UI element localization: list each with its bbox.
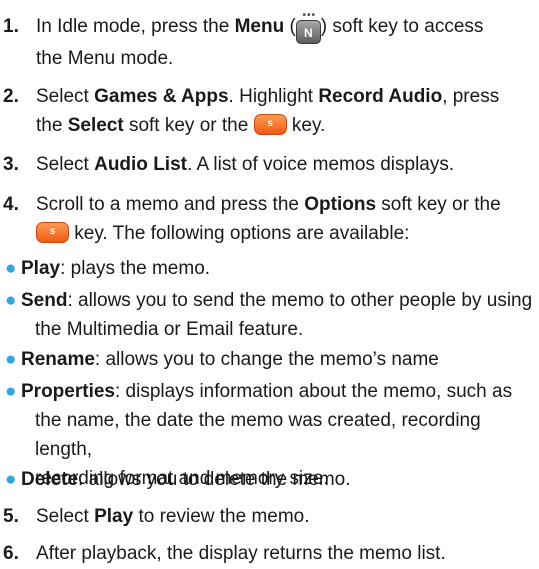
bullet-icon: ●: [5, 349, 17, 370]
option-delete: ● Delete: allows you to delete the memo.: [0, 465, 535, 494]
menu-softkey-icon: ••• N: [295, 11, 321, 44]
step-5: 5. Select Play to review the memo.: [0, 502, 535, 531]
audio-list-term: Audio List: [94, 154, 187, 175]
record-audio-term: Record Audio: [318, 86, 443, 107]
bullet-icon: ●: [5, 290, 17, 311]
menu-key-glyph: N: [303, 26, 313, 40]
step-number: 1.: [3, 16, 19, 37]
step-text: soft key or the: [123, 115, 254, 136]
step-text: key.: [286, 115, 326, 136]
option-name: Send: [21, 290, 68, 311]
step-text: (: [284, 16, 296, 37]
step-text: Select: [36, 154, 95, 175]
bullet-icon: ●: [5, 469, 17, 490]
option-desc: : allows you to change the memo’s name: [94, 349, 439, 370]
step-number: 4.: [3, 194, 19, 215]
option-name: Play: [21, 258, 61, 279]
option-name: Rename: [21, 349, 95, 370]
step-number: 6.: [3, 543, 19, 564]
play-term: Play: [94, 506, 134, 527]
step-text: key. The following options are available…: [69, 223, 410, 244]
step-number: 3.: [3, 154, 19, 175]
step-text: ) soft key to access: [320, 16, 484, 37]
step-text: Scroll to a memo and press the: [36, 194, 305, 215]
option-name: Delete: [21, 469, 79, 490]
step-text: . Highlight: [228, 86, 319, 107]
orange-select-key-icon: [253, 114, 287, 135]
step-number: 5.: [3, 506, 19, 527]
step-text: Select: [36, 506, 95, 527]
step-text: the Menu mode.: [36, 48, 174, 69]
games-apps-term: Games & Apps: [94, 86, 229, 107]
step-text: Select: [36, 86, 95, 107]
option-rename: ● Rename: allows you to change the memo’…: [0, 345, 535, 374]
option-desc: : plays the memo.: [60, 258, 211, 279]
option-desc: the Multimedia or Email feature.: [35, 319, 304, 340]
option-desc: : displays information about the memo, s…: [114, 381, 513, 402]
option-desc: : allows you to delete the memo.: [78, 469, 351, 490]
step-1: 1. In Idle mode, press the Menu (••• N) s…: [0, 11, 535, 73]
option-send: ● Send: allows you to send the memo to o…: [0, 286, 535, 344]
step-text: In Idle mode, press the: [36, 16, 235, 37]
option-desc: the name, the date the memo was created,…: [35, 410, 481, 460]
menu-term: Menu: [234, 16, 285, 37]
step-text: . A list of voice memos displays.: [186, 154, 455, 175]
step-4: 4. Scroll to a memo and press the Option…: [0, 190, 535, 248]
options-term: Options: [304, 194, 377, 215]
step-text: After playback, the display returns the …: [36, 543, 446, 564]
step-text: soft key or the: [376, 194, 501, 215]
step-3: 3. Select Audio List. A list of voice me…: [0, 150, 535, 179]
step-number: 2.: [3, 86, 19, 107]
step-text: , press: [442, 86, 500, 107]
orange-select-key-icon: [36, 222, 69, 243]
option-play: ● Play: plays the memo.: [0, 254, 535, 283]
option-name: Properties: [21, 381, 115, 402]
bullet-icon: ●: [5, 258, 17, 279]
step-text: to review the memo.: [133, 506, 310, 527]
bullet-icon: ●: [5, 381, 17, 402]
option-desc: : allows you to send the memo to other p…: [67, 290, 533, 311]
step-2: 2. Select Games & Apps. Highlight Record…: [0, 82, 535, 140]
step-6: 6. After playback, the display returns t…: [0, 539, 535, 568]
step-text: the: [36, 115, 68, 136]
select-term: Select: [67, 115, 124, 136]
